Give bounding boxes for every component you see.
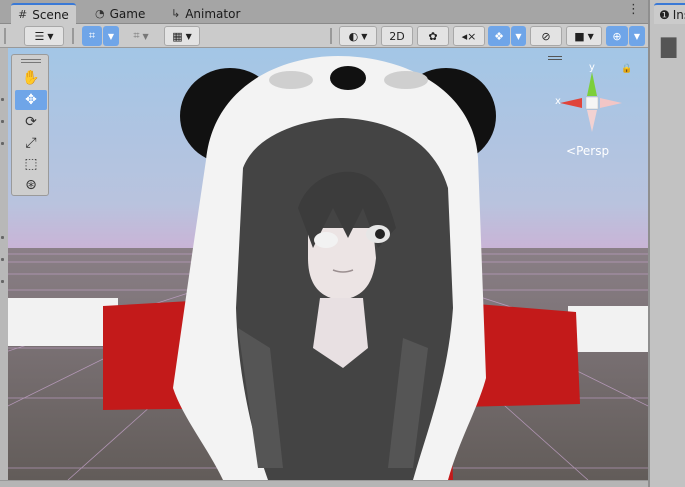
edge-marker [1,280,4,283]
lightbulb-icon: ✿ [428,29,438,43]
chevron-down-icon: ▼ [47,31,54,41]
scene-toolbar: ☰ ▼ ⌗ ▼ ⌗ ▼ ▦ ▼ ◐ ▼ 2D ✿ ◂× ❖ ▼ ⊘ ■ ▼ ⊕ … [0,24,648,48]
tab-scene[interactable]: # Scene [11,3,76,24]
move-tool-button[interactable]: ✥ [15,90,47,110]
grid-visibility-icon: ▦ [172,29,183,43]
info-icon: ❶ [659,7,670,22]
scene-grid-icon: # [18,8,28,21]
gizmo-axes [560,72,622,132]
bottom-edge [0,480,648,487]
grid-snap-dropdown[interactable]: ▼ [103,26,119,46]
chevron-down-icon: ▼ [185,31,192,41]
persp-chevron-icon: < [566,144,577,158]
lighting-toggle[interactable]: ✿ [417,26,449,46]
eye-left [314,232,338,248]
edge-marker [1,258,4,261]
editor-tab-bar: # Scene ◔ Game ↳ Animator ⋮ [0,0,648,24]
effects-layers-icon: ❖ [494,29,504,43]
tab-inspector[interactable]: ❶ Ins [654,3,685,24]
toolbar-separator [72,28,74,44]
hood-patch-left [269,71,313,89]
increment-snap-button[interactable]: ⌗ ▼ [124,26,158,46]
persp-label: Persp [576,144,610,158]
tab-scene-label: Scene [32,7,69,22]
tab-inspector-label: Ins [672,7,685,22]
arm-left [8,298,118,346]
audio-toggle[interactable]: ◂× [453,26,485,46]
camera-settings-dropdown[interactable]: ■ ▼ [566,26,602,46]
hand-icon: ✋ [22,70,40,86]
hood-nose [330,66,366,90]
transform-tool-button[interactable]: ⊛ [15,175,47,195]
edge-marker [1,236,4,239]
hood-patch-right [384,71,428,89]
increment-snap-icon: ⌗ [133,29,140,42]
eye-slash-icon: ⊘ [541,29,551,43]
grid-snap-button[interactable]: ⌗ [82,26,102,46]
chevron-down-icon: ▼ [587,31,594,41]
chevron-down-icon: ▼ [361,31,368,41]
scale-icon: ⤢ [25,135,37,151]
gizmo-center-cube[interactable] [585,96,599,110]
chevron-down-icon: ▼ [107,31,115,41]
2d-mode-label: 2D [389,29,405,43]
rotate-icon: ⟳ [25,114,37,130]
tab-menu-icon[interactable]: ⋮ [627,3,640,16]
edge-marker [1,142,4,145]
grid-snap-icon: ⌗ [88,29,96,42]
tab-game-label: Game [109,6,146,21]
draw-mode-icon: ☰ [34,29,45,43]
chevron-down-icon: ▼ [633,31,641,41]
chevron-down-icon: ▼ [515,31,522,41]
gizmo-y-axis-cone[interactable] [587,72,597,96]
tab-animator[interactable]: ↳ Animator [164,3,247,24]
draw-mode-dropdown[interactable]: ☰ ▼ [24,26,64,46]
rect-tool-button[interactable]: ⬚ [15,154,47,174]
edge-marker [1,98,4,101]
toolbar-grip [4,28,6,44]
gizmo-z-axis-cone[interactable] [587,110,597,132]
tool-palette: ✋ ✥ ⟳ ⤢ ⬚ ⊛ [11,54,49,196]
rotate-tool-button[interactable]: ⟳ [15,112,47,132]
pupil-right [375,229,385,239]
rect-icon: ⬚ [24,156,38,172]
grid-visibility-dropdown[interactable]: ▦ ▼ [164,26,200,46]
edge-marker [1,120,4,123]
effects-dropdown[interactable]: ▼ [511,26,526,46]
gizmo-x-axis-cone[interactable] [560,98,582,108]
gizmo-grip[interactable] [548,56,562,60]
folder-icon: ▇ [661,34,677,58]
audio-mute-icon: ◂× [461,29,477,43]
tab-game[interactable]: ◔ Game [88,3,152,24]
scene-visibility-toggle[interactable]: ⊘ [530,26,562,46]
projection-toggle[interactable]: <Persp [566,144,609,158]
effects-toggle[interactable]: ❖ [488,26,510,46]
move-arrows-icon: ✥ [25,92,37,108]
arm-right [568,306,648,352]
shading-sphere-icon: ◐ [348,29,359,43]
tab-animator-label: Animator [185,6,241,21]
scale-tool-button[interactable]: ⤢ [15,133,47,153]
gizmo-neg-x-cone[interactable] [600,98,622,108]
2d-mode-button[interactable]: 2D [381,26,413,46]
left-panel-edge [0,48,8,480]
gizmos-dropdown[interactable]: ▼ [629,26,645,46]
unity-editor: # Scene ◔ Game ↳ Animator ⋮ ☰ ▼ ⌗ ▼ ⌗ ▼ ▦ ▼ [0,0,685,487]
chevron-down-icon: ▼ [142,31,149,41]
transform-icon: ⊛ [25,177,37,193]
palette-grip[interactable] [21,59,41,63]
gizmos-toggle[interactable]: ⊕ [606,26,628,46]
globe-icon: ⊕ [612,29,622,43]
inspector-panel: ❶ Ins ▇ [648,0,685,487]
animator-icon: ↳ [171,7,181,20]
shading-mode-dropdown[interactable]: ◐ ▼ [339,26,377,46]
gamepad-icon: ◔ [95,7,105,20]
toolbar-separator [330,28,332,44]
hand-tool-button[interactable]: ✋ [15,68,47,88]
camera-icon: ■ [574,29,585,43]
